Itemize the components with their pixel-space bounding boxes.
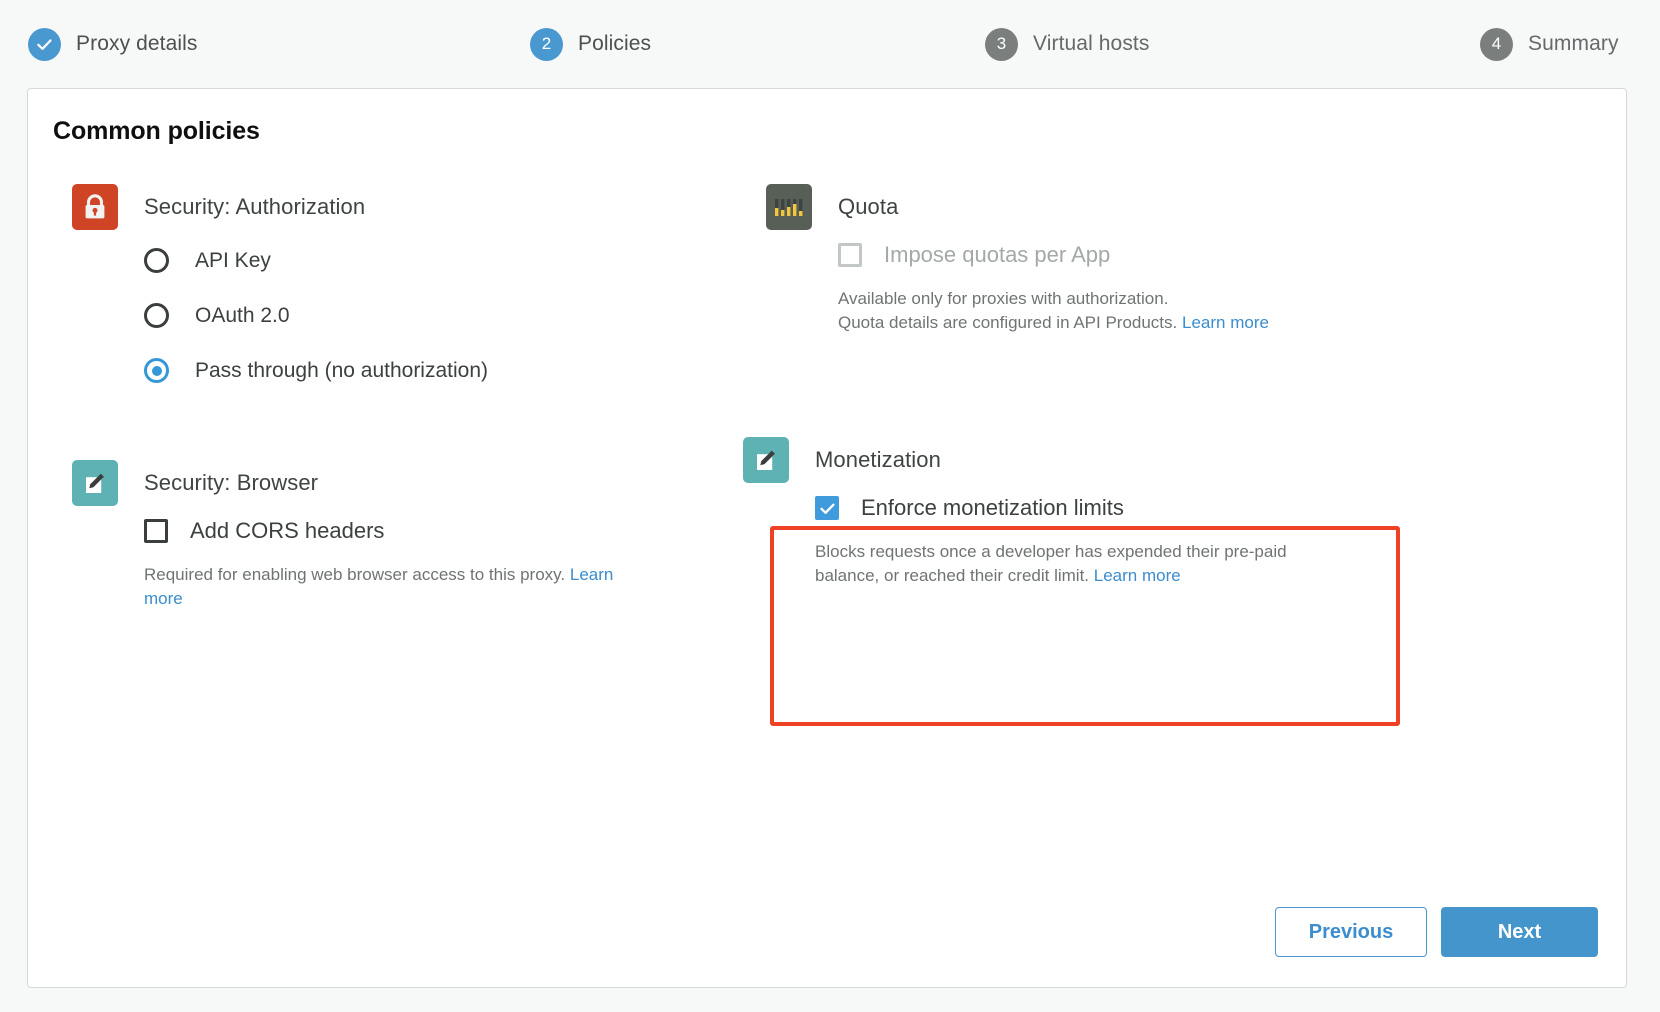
policy-options-quota: Impose quotas per App Available only for… bbox=[766, 233, 1386, 335]
policy-options-monetization: Enforce monetization limits Blocks reque… bbox=[743, 486, 1373, 588]
policy-name-browser: Security: Browser bbox=[144, 470, 318, 496]
quota-helper-line-2: Quota details are configured in API Prod… bbox=[838, 313, 1177, 332]
step-proxy-details[interactable]: Proxy details bbox=[28, 28, 198, 61]
policy-group-quota: Quota Impose quotas per App Available on… bbox=[766, 181, 1386, 335]
step-1-badge bbox=[28, 28, 61, 61]
radio-label-oauth: OAuth 2.0 bbox=[195, 304, 290, 328]
quota-learn-more-link[interactable]: Learn more bbox=[1182, 313, 1269, 332]
policy-header-authorization: Security: Authorization bbox=[72, 181, 712, 233]
step-3-label: Virtual hosts bbox=[1033, 32, 1149, 56]
step-virtual-hosts[interactable]: 3 Virtual hosts bbox=[985, 28, 1149, 61]
radio-oauth[interactable] bbox=[144, 303, 169, 328]
monetization-learn-more-link[interactable]: Learn more bbox=[1094, 566, 1181, 585]
check-icon bbox=[819, 500, 836, 517]
previous-button[interactable]: Previous bbox=[1275, 907, 1427, 957]
step-3-badge: 3 bbox=[985, 28, 1018, 61]
pencil-icon bbox=[743, 437, 789, 483]
radio-pass-through[interactable] bbox=[144, 358, 169, 383]
quota-bars-icon bbox=[766, 184, 812, 230]
checkbox-row-impose-quotas: Impose quotas per App bbox=[838, 233, 1386, 277]
checkbox-label-add-cors-headers: Add CORS headers bbox=[190, 518, 384, 544]
step-policies[interactable]: 2 Policies bbox=[530, 28, 651, 61]
policy-group-browser: Security: Browser Add CORS headers Requi… bbox=[72, 457, 712, 611]
monetization-helper-line: Blocks requests once a developer has exp… bbox=[815, 542, 1287, 585]
policy-name-monetization: Monetization bbox=[815, 447, 941, 473]
step-4-label: Summary bbox=[1528, 32, 1619, 56]
browser-helper-text: Required for enabling web browser access… bbox=[144, 563, 644, 611]
policy-header-quota: Quota bbox=[766, 181, 1386, 233]
policy-name-quota: Quota bbox=[838, 194, 898, 220]
browser-helper-line: Required for enabling web browser access… bbox=[144, 565, 565, 584]
checkbox-enforce-monetization-limits[interactable] bbox=[815, 496, 839, 520]
monetization-helper-text: Blocks requests once a developer has exp… bbox=[815, 540, 1300, 588]
step-4-badge: 4 bbox=[1480, 28, 1513, 61]
checkbox-label-impose-quotas: Impose quotas per App bbox=[884, 242, 1110, 268]
policy-options-browser: Add CORS headers Required for enabling w… bbox=[72, 509, 712, 611]
radio-label-pass-through: Pass through (no authorization) bbox=[195, 359, 488, 383]
wizard-footer: Previous Next bbox=[28, 907, 1626, 957]
checkbox-impose-quotas bbox=[838, 243, 862, 267]
lock-icon bbox=[72, 184, 118, 230]
step-2-badge: 2 bbox=[530, 28, 563, 61]
step-summary[interactable]: 4 Summary bbox=[1480, 28, 1619, 61]
policy-group-authorization: Security: Authorization API Key OAuth 2.… bbox=[72, 181, 712, 398]
policy-options-authorization: API Key OAuth 2.0 Pass through (no autho… bbox=[72, 233, 712, 398]
wizard-stepper: Proxy details 2 Policies 3 Virtual hosts… bbox=[0, 0, 1660, 88]
radio-option-oauth[interactable]: OAuth 2.0 bbox=[144, 288, 712, 343]
policy-header-browser: Security: Browser bbox=[72, 457, 712, 509]
policy-group-monetization: Monetization Enforce monetization limits… bbox=[743, 434, 1373, 588]
pencil-icon bbox=[72, 460, 118, 506]
quota-helper-text: Available only for proxies with authoriz… bbox=[838, 287, 1323, 335]
proxy-wizard-page: Proxy details 2 Policies 3 Virtual hosts… bbox=[0, 0, 1660, 1012]
checkbox-row-enforce-monetization[interactable]: Enforce monetization limits bbox=[815, 486, 1373, 530]
check-icon bbox=[36, 36, 53, 53]
radio-api-key[interactable] bbox=[144, 248, 169, 273]
checkbox-add-cors-headers[interactable] bbox=[144, 519, 168, 543]
quota-helper-line-1: Available only for proxies with authoriz… bbox=[838, 289, 1168, 308]
step-2-label: Policies bbox=[578, 32, 651, 56]
step-1-label: Proxy details bbox=[76, 32, 198, 56]
common-policies-card: Common policies Security: Authorization bbox=[27, 88, 1627, 988]
radio-label-api-key: API Key bbox=[195, 249, 271, 273]
next-button[interactable]: Next bbox=[1441, 907, 1598, 957]
checkbox-label-enforce-monetization-limits: Enforce monetization limits bbox=[861, 495, 1124, 521]
radio-option-pass-through[interactable]: Pass through (no authorization) bbox=[144, 343, 712, 398]
page-title: Common policies bbox=[53, 117, 260, 146]
radio-option-api-key[interactable]: API Key bbox=[144, 233, 712, 288]
checkbox-row-add-cors[interactable]: Add CORS headers bbox=[144, 509, 712, 553]
policy-name-authorization: Security: Authorization bbox=[144, 194, 365, 220]
policy-header-monetization: Monetization bbox=[743, 434, 1373, 486]
